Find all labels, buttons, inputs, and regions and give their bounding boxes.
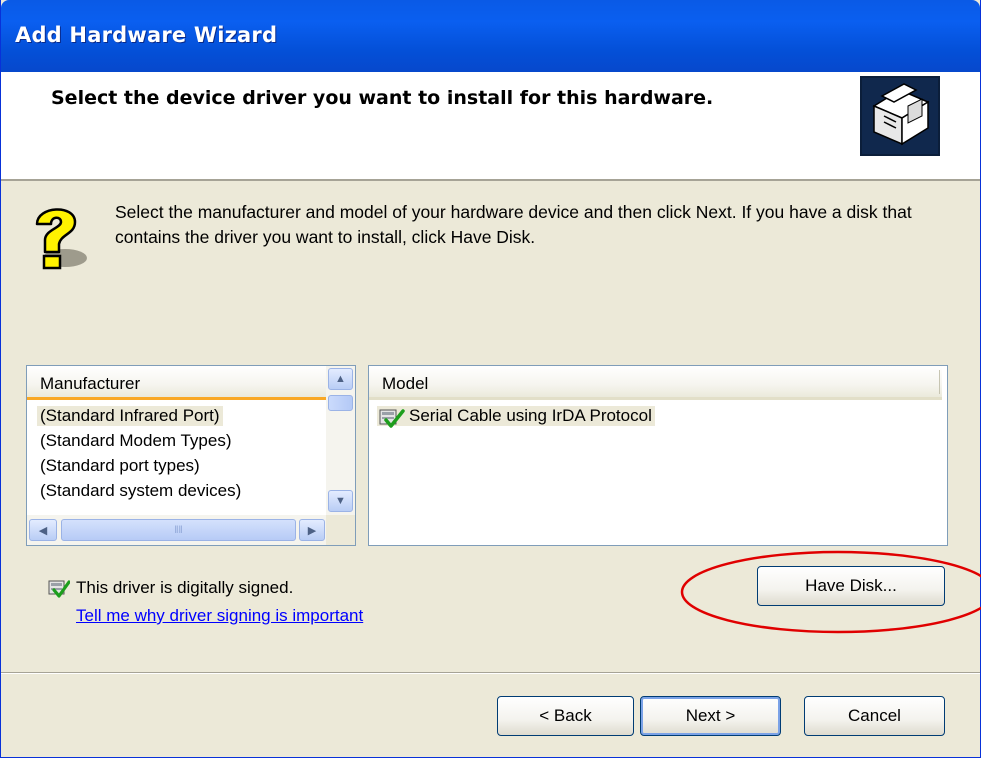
chevron-right-icon: ▶ — [307, 524, 317, 537]
manufacturer-list[interactable]: Manufacturer (Standard Infrared Port) (S… — [26, 365, 356, 546]
question-mark-icon — [35, 208, 87, 270]
window-title: Add Hardware Wizard — [15, 23, 278, 47]
page-heading: Select the device driver you want to ins… — [51, 87, 714, 109]
scroll-left-button[interactable]: ◀ — [29, 519, 57, 541]
back-button[interactable]: < Back — [497, 696, 634, 736]
list-item[interactable]: Serial Cable using IrDA Protocol — [377, 406, 655, 428]
driver-signing-link[interactable]: Tell me why driver signing is important — [76, 606, 363, 626]
scroll-down-button[interactable]: ▼ — [328, 490, 353, 512]
manufacturer-horizontal-scrollbar[interactable]: ◀ ‖‖ ▶ — [27, 515, 355, 545]
title-bar[interactable]: Add Hardware Wizard — [1, 0, 980, 72]
footer-divider — [1, 672, 980, 674]
model-header-label: Model — [382, 374, 429, 393]
scroll-right-button[interactable]: ▶ — [299, 519, 325, 541]
model-column-header[interactable]: Model — [369, 366, 942, 400]
signed-driver-icon — [48, 580, 70, 598]
chevron-left-icon: ◀ — [38, 524, 48, 537]
list-item[interactable]: (Standard system devices) — [40, 481, 241, 501]
list-item-label: (Standard Infrared Port) — [40, 406, 220, 425]
chevron-down-icon: ▼ — [335, 495, 346, 507]
driver-signed-status: This driver is digitally signed. — [76, 578, 294, 597]
manufacturer-column-header[interactable]: Manufacturer — [27, 366, 326, 400]
next-button[interactable]: Next > — [640, 696, 781, 736]
chevron-up-icon: ▲ — [335, 373, 346, 385]
instruction-text: Select the manufacturer and model of you… — [115, 202, 912, 247]
manufacturer-vertical-scrollbar[interactable]: ▲ ▼ — [326, 366, 355, 515]
list-item-label: (Standard port types) — [40, 456, 200, 475]
hardware-box-icon — [860, 76, 940, 156]
list-item-label: Serial Cable using IrDA Protocol — [409, 406, 652, 425]
list-item[interactable]: (Standard port types) — [40, 456, 200, 476]
vertical-scroll-thumb[interactable] — [328, 395, 353, 411]
cancel-button[interactable]: Cancel — [804, 696, 945, 736]
wizard-header: Select the device driver you want to ins… — [1, 72, 980, 181]
wizard-window: Add Hardware Wizard Select the device dr… — [0, 0, 981, 758]
column-separator — [939, 370, 940, 394]
manufacturer-header-label: Manufacturer — [40, 374, 141, 393]
grip-icon: ‖‖ — [174, 524, 183, 536]
signed-driver-icon — [379, 409, 405, 428]
list-item[interactable]: (Standard Infrared Port) — [37, 406, 223, 426]
list-item-label: (Standard Modem Types) — [40, 431, 232, 450]
list-item-label: (Standard system devices) — [40, 481, 242, 500]
horizontal-scroll-thumb[interactable]: ‖‖ — [61, 519, 296, 541]
model-list[interactable]: Model Serial Cable using IrDA Protocol — [368, 365, 948, 546]
scroll-up-button[interactable]: ▲ — [328, 368, 353, 390]
have-disk-button[interactable]: Have Disk... — [757, 566, 945, 606]
scrollbar-corner — [326, 515, 355, 545]
list-item[interactable]: (Standard Modem Types) — [40, 431, 232, 451]
